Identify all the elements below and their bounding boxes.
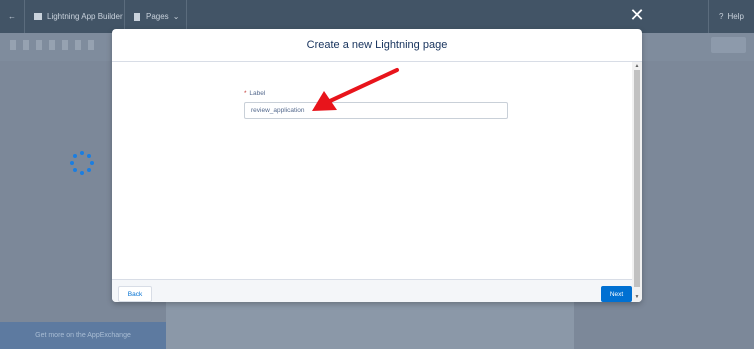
create-page-modal: Create a new Lightning page * Label ▲ ▼ … [112, 29, 642, 302]
back-button[interactable]: Back [118, 286, 152, 302]
scroll-down-icon[interactable]: ▼ [634, 294, 640, 300]
modal-header: Create a new Lightning page [112, 29, 642, 62]
loading-spinner [70, 151, 94, 175]
activation-button[interactable] [662, 37, 702, 53]
label-input[interactable] [244, 102, 508, 119]
modal-body: * Label [112, 62, 632, 279]
page-icon [134, 12, 140, 21]
close-icon[interactable]: ✕ [628, 4, 646, 26]
label-field-label: * Label [244, 90, 265, 97]
help-icon: ? [719, 12, 724, 21]
pages-label: Pages [146, 12, 169, 21]
app-builder-icon [34, 13, 42, 20]
help-link[interactable]: ? Help [719, 0, 744, 33]
modal-title: Create a new Lightning page [306, 39, 448, 51]
header-divider [24, 0, 25, 33]
label-text: Label [249, 90, 266, 97]
save-button[interactable] [711, 37, 746, 53]
required-marker: * [244, 90, 247, 97]
scroll-up-icon[interactable]: ▲ [634, 63, 640, 69]
chevron-down-icon: ⌄ [172, 12, 180, 21]
toolbar-icons [10, 40, 95, 50]
help-label: Help [727, 12, 744, 21]
modal-scrollbar[interactable]: ▲ ▼ [632, 62, 642, 302]
appexchange-label: Get more on the AppExchange [35, 332, 131, 339]
next-button[interactable]: Next [601, 286, 632, 302]
back-arrow-icon[interactable]: ← [8, 0, 16, 33]
app-name-label: Lightning App Builder [47, 12, 123, 21]
appexchange-link[interactable]: Get more on the AppExchange [0, 322, 166, 349]
header-divider [708, 0, 709, 33]
scroll-thumb[interactable] [634, 70, 640, 287]
app-name: Lightning App Builder [34, 0, 123, 33]
modal-footer: Back Next [112, 279, 632, 302]
